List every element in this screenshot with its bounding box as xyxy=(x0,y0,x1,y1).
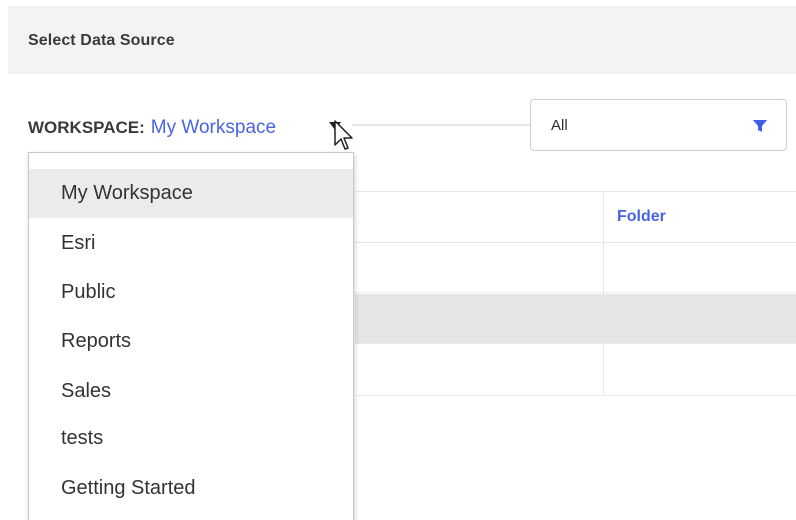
workspace-divider xyxy=(352,124,530,126)
dropdown-item-reports[interactable]: Reports xyxy=(29,317,353,366)
dropdown-item-esri[interactable]: Esri xyxy=(29,219,353,268)
caret-down-icon[interactable] xyxy=(328,120,342,132)
workspace-label: WORKSPACE: xyxy=(28,118,145,137)
dialog-header: Select Data Source xyxy=(8,6,796,74)
dropdown-item-tests[interactable]: tests xyxy=(29,414,353,463)
filter-value: All xyxy=(551,117,568,134)
select-data-source-page: Select Data Source WORKSPACE: My Workspa… xyxy=(0,0,796,520)
table-row-selected[interactable] xyxy=(355,294,796,344)
table-row[interactable] xyxy=(355,243,796,293)
dropdown-item-sales[interactable]: Sales xyxy=(29,367,353,416)
filter-dropdown[interactable]: All xyxy=(530,99,787,151)
workspace-value[interactable]: My Workspace xyxy=(151,117,276,139)
dropdown-item-public[interactable]: Public xyxy=(29,268,353,317)
table-header: Folder xyxy=(355,191,796,243)
dropdown-item-getting-started[interactable]: Getting Started xyxy=(29,464,353,513)
column-header-folder[interactable]: Folder xyxy=(617,208,666,226)
dropdown-item-my-workspace[interactable]: My Workspace xyxy=(29,169,353,218)
dialog-title: Select Data Source xyxy=(28,32,175,49)
workspace-selector[interactable]: WORKSPACE: My Workspace xyxy=(28,116,276,140)
table-row[interactable] xyxy=(355,346,796,396)
workspace-dropdown-menu: My Workspace Esri Public Reports Sales t… xyxy=(28,152,354,520)
filter-icon[interactable] xyxy=(752,119,768,133)
